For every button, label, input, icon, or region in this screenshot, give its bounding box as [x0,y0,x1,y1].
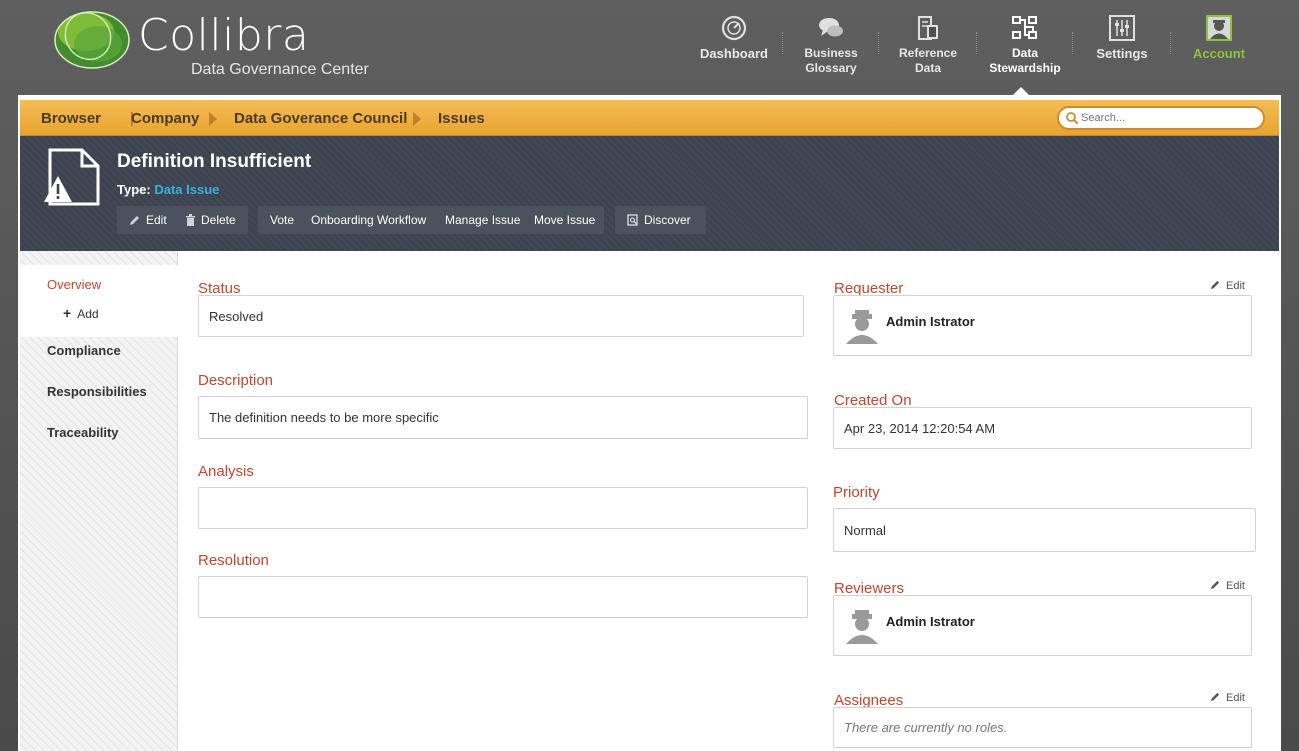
chevron-right-icon [209,112,217,126]
breadcrumb-browser[interactable]: Browser [41,110,101,127]
discover-icon [627,214,638,226]
asset-type-link[interactable]: Data Issue [154,182,219,197]
sidebar-item-overview[interactable]: Overview [47,277,101,292]
top-navigation: Dashboard Business Glossary Reference Da… [690,0,1280,92]
requester-field: Admin Istrator [833,295,1252,356]
nav-data-stewardship[interactable]: Data Stewardship [977,14,1073,76]
pencil-icon [1210,280,1220,290]
created-on-field: Apr 23, 2014 12:20:54 AM [833,407,1252,449]
reviewers-edit-button[interactable]: Edit [1210,579,1245,592]
nav-data-stewardship-label: Data Stewardship [989,46,1061,75]
user-silhouette-icon [846,610,878,644]
nav-business-glossary-label: Business Glossary [804,46,858,75]
workflow-action-group: Vote Onboarding Workflow Manage Issue Mo… [258,206,604,234]
asset-type-label: Type: [117,182,151,197]
search-input[interactable] [1081,110,1256,126]
reference-data-icon [918,16,938,40]
brand-name: Collibra [138,10,310,61]
collibra-logo[interactable]: Collibra Data Governance Center [52,6,392,86]
nav-dashboard[interactable]: Dashboard [686,14,782,61]
move-issue-button[interactable]: Move Issue [534,213,595,227]
requester-name[interactable]: Admin Istrator [886,314,975,329]
stewardship-icon [1012,16,1037,39]
analysis-field[interactable] [198,487,808,529]
asset-type: Type: Data Issue [117,182,219,197]
description-field[interactable]: The definition needs to be more specific [198,396,808,439]
asset-title: Definition Insufficient [117,151,312,172]
pencil-icon [130,216,139,225]
resolution-field[interactable] [198,576,808,618]
reviewers-field: Admin Istrator [833,595,1252,656]
sidebar-add-label: Add [77,307,99,321]
nav-account[interactable]: Account [1171,14,1267,61]
priority-label: Priority [833,484,880,501]
pencil-icon [1210,580,1220,590]
edit-action-group: Edit Delete [117,206,248,234]
description-value: The definition needs to be more specific [209,410,439,425]
assignees-edit-button[interactable]: Edit [1210,691,1245,704]
sidebar-item-compliance[interactable]: Compliance [47,343,121,358]
user-silhouette-icon [846,310,878,344]
priority-value: Normal [844,522,886,538]
nav-business-glossary[interactable]: Business Glossary [783,14,879,76]
created-on-value: Apr 23, 2014 12:20:54 AM [844,420,996,436]
speech-bubbles-icon [819,18,843,37]
breadcrumb-data-governance-council[interactable]: Data Goverance Council [234,110,407,127]
active-nav-caret [1013,87,1029,95]
description-label: Description [198,372,274,389]
collibra-logo-icon [54,11,130,69]
reviewers-edit-label: Edit [1226,580,1245,592]
nav-dashboard-label: Dashboard [700,46,768,61]
manage-issue-button[interactable]: Manage Issue [445,213,520,227]
avatar-icon [1206,15,1232,41]
discover-action-group: Discover [615,206,706,234]
search-box[interactable] [1057,106,1265,130]
sidebar-item-responsibilities[interactable]: Responsibilities [47,384,147,399]
requester-edit-label: Edit [1226,280,1245,292]
nav-reference-data-label: Reference Data [898,46,958,75]
vote-button[interactable]: Vote [270,213,294,227]
assignees-field: There are currently no roles. [833,707,1252,748]
document-warning-icon [44,148,100,206]
delete-button-label: Delete [201,213,236,227]
reviewer-name[interactable]: Admin Istrator [886,614,975,629]
delete-button[interactable]: Delete [185,213,236,227]
nav-settings-label: Settings [1096,46,1148,61]
edit-button[interactable]: Edit [129,213,167,227]
chevron-right-icon [413,112,421,126]
sidebar: Overview + Add Compliance Responsibilitie… [20,251,178,751]
assignees-edit-label: Edit [1226,692,1245,704]
plus-icon: + [63,305,72,321]
nav-settings[interactable]: Settings [1074,14,1170,61]
priority-field[interactable]: Normal [833,508,1256,552]
status-value: Resolved [209,308,264,324]
sidebar-item-traceability[interactable]: Traceability [47,425,119,440]
sidebar-add-button[interactable]: + Add [63,305,99,321]
discover-button-label: Discover [644,213,691,227]
pencil-icon [1210,692,1220,702]
sliders-icon [1109,15,1135,41]
main-panel: Browser | Company Data Goverance Council… [18,95,1281,751]
analysis-label: Analysis [198,463,254,480]
nav-divider [1072,32,1073,54]
nav-account-label: Account [1193,46,1245,61]
discover-button[interactable]: Discover [627,213,691,227]
requester-edit-button[interactable]: Edit [1210,279,1245,292]
nav-reference-data[interactable]: Reference Data [880,14,976,76]
onboarding-workflow-button[interactable]: Onboarding Workflow [311,213,426,227]
brand-subtitle: Data Governance Center [191,61,369,78]
edit-button-label: Edit [146,213,167,227]
assignees-empty-text: There are currently no roles. [844,720,1008,735]
status-field[interactable]: Resolved [198,295,804,337]
breadcrumb: Browser | Company Data Goverance Council… [20,100,1279,136]
breadcrumb-company[interactable]: Company [131,110,199,127]
dashboard-gauge-icon [721,15,747,41]
sidebar-overview-section: Overview + Add [20,265,178,337]
asset-header: Definition Insufficient Type: Data Issue… [20,136,1279,251]
breadcrumb-issues[interactable]: Issues [438,110,485,127]
nav-divider [878,32,879,54]
trash-icon [186,214,195,226]
search-icon [1066,112,1079,125]
resolution-label: Resolution [198,552,269,569]
